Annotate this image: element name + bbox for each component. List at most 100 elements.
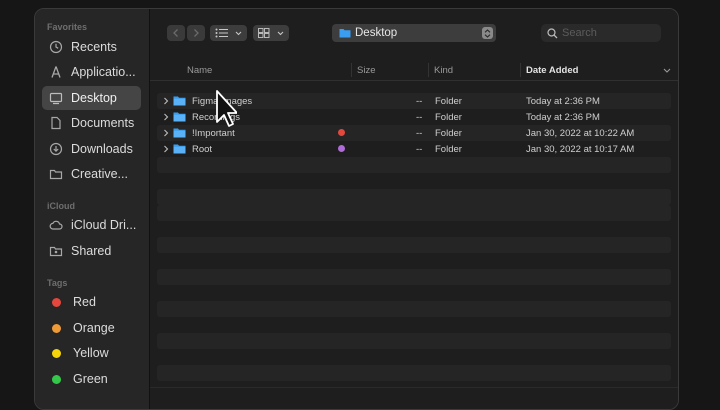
orange-tag-dot-icon (52, 323, 61, 333)
yellow-tag-dot-icon (52, 348, 61, 358)
chevron-right-icon (194, 29, 199, 37)
empty-row (157, 269, 671, 285)
file-date-added: Today at 2:36 PM (526, 112, 600, 123)
sidebar-item-label: Orange (73, 321, 115, 335)
folder-icon (49, 167, 63, 181)
tags-section-title: Tags (47, 278, 68, 288)
file-name: Recordings (192, 112, 241, 123)
empty-row (157, 157, 671, 173)
back-button[interactable] (167, 25, 185, 41)
chevron-left-icon (173, 29, 178, 37)
file-kind: Folder (435, 144, 462, 155)
disclosure-triangle-icon[interactable] (162, 96, 170, 106)
cloud-icon (49, 218, 63, 232)
empty-row (157, 189, 671, 205)
sidebar-item-label: Creative... (71, 167, 128, 181)
sidebar-item-label: iCloud Dri... (71, 218, 137, 232)
sidebar-item-creative[interactable]: Creative... (42, 162, 141, 186)
chevron-down-icon (277, 31, 284, 35)
sidebar-item-label: Yellow (73, 346, 109, 360)
disclosure-triangle-icon[interactable] (162, 144, 170, 154)
forward-button[interactable] (187, 25, 205, 41)
column-header: Name Size Kind Date Added (150, 60, 678, 81)
sidebar-item-downloads[interactable]: Downloads (42, 137, 141, 161)
red-tag-dot-icon (338, 129, 345, 136)
table-row[interactable]: Figma Images -- Folder Today at 2:36 PM (157, 93, 671, 109)
red-tag-dot-icon (52, 297, 61, 307)
sidebar-item-applications[interactable]: Applicatio... (42, 60, 141, 84)
table-row[interactable]: !Important -- Folder Jan 30, 2022 at 10:… (157, 125, 671, 141)
list-view-icon (215, 28, 228, 38)
location-popup[interactable]: Desktop (332, 24, 496, 42)
sidebar-item-label: Downloads (71, 142, 133, 156)
table-row[interactable]: Recordings -- Folder Today at 2:36 PM (157, 109, 671, 125)
column-size[interactable]: Size (357, 65, 375, 76)
file-name: !Important (192, 128, 235, 139)
sidebar-item-label: Applicatio... (71, 65, 136, 79)
file-size: -- (416, 112, 423, 123)
folder-icon (339, 29, 351, 38)
file-date-added: Jan 30, 2022 at 10:22 AM (526, 128, 635, 139)
column-name[interactable]: Name (187, 65, 212, 76)
sidebar-tag-yellow[interactable]: Yellow (42, 341, 141, 365)
sidebar: Favorites Recents Applicatio... Desktop … (35, 9, 150, 409)
column-divider[interactable] (428, 63, 429, 77)
location-label: Desktop (355, 27, 398, 39)
sidebar-tag-orange[interactable]: Orange (42, 316, 141, 340)
search-field[interactable] (541, 24, 661, 42)
column-divider[interactable] (520, 63, 521, 77)
disclosure-triangle-icon[interactable] (162, 112, 170, 122)
shared-folder-icon (49, 244, 63, 258)
file-size: -- (416, 96, 423, 107)
list-view-button[interactable] (210, 25, 247, 41)
sidebar-item-shared[interactable]: Shared (42, 239, 141, 263)
favorites-section-title: Favorites (47, 22, 88, 32)
sidebar-item-documents[interactable]: Documents (42, 111, 141, 135)
folder-icon (173, 144, 186, 154)
sidebar-item-label: Desktop (71, 91, 117, 105)
folder-icon (173, 112, 186, 122)
document-icon (49, 116, 63, 130)
disclosure-triangle-icon[interactable] (162, 128, 170, 138)
folder-icon (173, 96, 186, 106)
empty-row (157, 301, 671, 317)
column-date-added[interactable]: Date Added (526, 65, 578, 76)
column-kind[interactable]: Kind (434, 65, 453, 76)
grid-view-icon (258, 28, 270, 38)
finder-window: Favorites Recents Applicatio... Desktop … (34, 8, 679, 410)
file-kind: Folder (435, 112, 462, 123)
search-input[interactable] (562, 27, 652, 39)
desktop-icon (49, 91, 63, 105)
path-bar-divider (150, 387, 678, 388)
empty-row (157, 365, 671, 381)
file-size: -- (416, 144, 423, 155)
icloud-section-title: iCloud (47, 201, 75, 211)
sidebar-item-recents[interactable]: Recents (42, 35, 141, 59)
file-name: Figma Images (192, 96, 253, 107)
sidebar-item-icloud-drive[interactable]: iCloud Dri... (42, 213, 141, 237)
sidebar-tag-green[interactable]: Green (42, 367, 141, 391)
updown-arrows-icon (482, 27, 493, 39)
group-view-button[interactable] (253, 25, 289, 41)
green-tag-dot-icon (52, 374, 61, 384)
main-pane: Desktop Name Size Kind Date Added (150, 9, 678, 409)
file-date-added: Today at 2:36 PM (526, 96, 600, 107)
sidebar-item-label: Shared (71, 244, 112, 258)
empty-row (157, 237, 671, 253)
sort-descending-icon[interactable] (663, 68, 671, 74)
table-row[interactable]: Root -- Folder Jan 30, 2022 at 10:17 AM (157, 141, 671, 157)
chevron-down-icon (235, 31, 242, 35)
applications-icon (49, 65, 63, 79)
download-icon (49, 142, 63, 156)
toolbar: Desktop (150, 9, 678, 59)
sidebar-item-desktop[interactable]: Desktop (42, 86, 141, 110)
clock-icon (49, 40, 63, 54)
file-size: -- (416, 128, 423, 139)
folder-icon (173, 128, 186, 138)
sidebar-item-label: Red (73, 295, 96, 309)
file-date-added: Jan 30, 2022 at 10:17 AM (526, 144, 635, 155)
empty-row (157, 333, 671, 349)
sidebar-tag-red[interactable]: Red (42, 290, 141, 314)
search-icon (547, 27, 558, 38)
column-divider[interactable] (351, 63, 352, 77)
